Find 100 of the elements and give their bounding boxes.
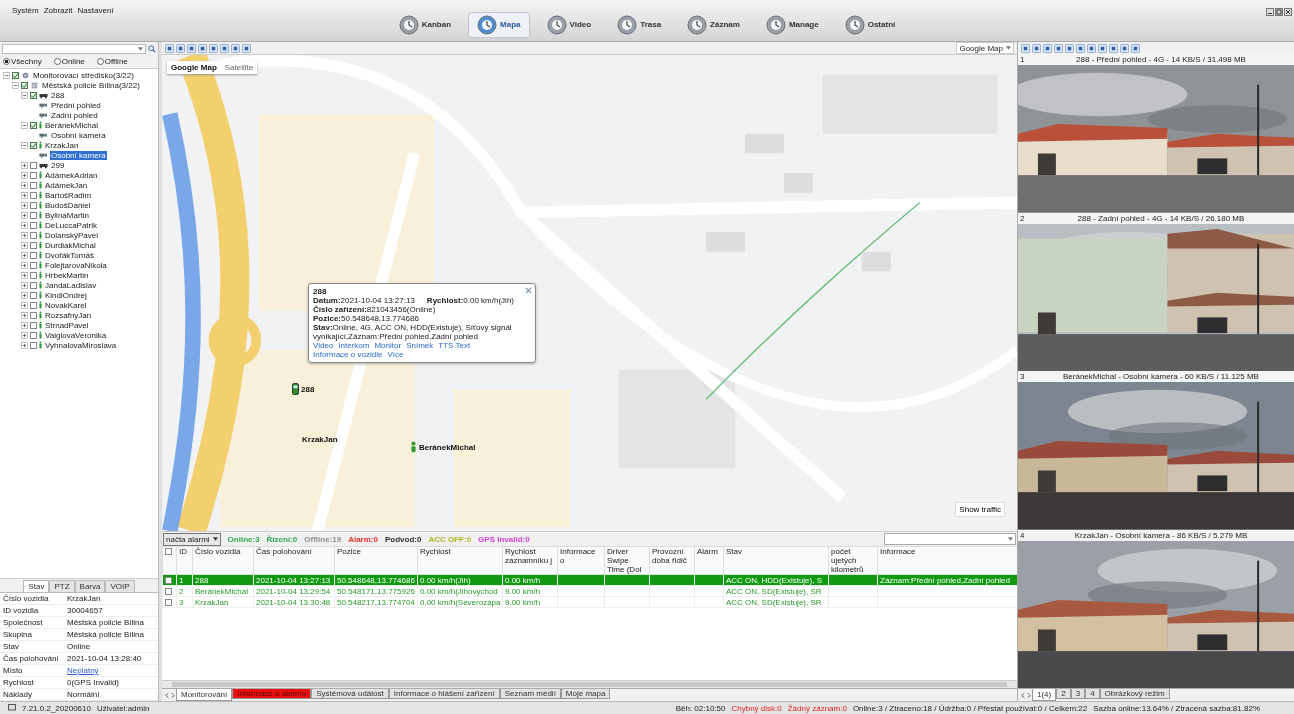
menu-item[interactable]: Nastavení <box>77 6 114 15</box>
tree-item[interactable]: KrzakJan <box>44 140 80 150</box>
tree-checkbox[interactable] <box>30 231 37 239</box>
tree-item[interactable]: Zadní pohled <box>50 110 99 120</box>
tree-item[interactable]: VyhnalovaMiroslava <box>44 340 118 350</box>
tree-item[interactable]: FolejtarovaNikola <box>44 260 108 270</box>
tree-checkbox[interactable] <box>30 271 37 279</box>
filter-dropdown[interactable] <box>884 533 1016 545</box>
tab[interactable]: Systémová událost <box>311 689 389 699</box>
tree-checkbox[interactable] <box>30 121 37 129</box>
expand-icon[interactable] <box>21 211 28 219</box>
row-checkbox[interactable] <box>165 576 172 584</box>
tree-item[interactable]: 299 <box>50 160 66 170</box>
expand-icon[interactable] <box>21 331 28 339</box>
tree-checkbox[interactable] <box>30 191 37 199</box>
tab[interactable]: Informace o hlášení zařízení <box>388 689 500 699</box>
tree-checkbox[interactable] <box>30 321 37 329</box>
tree-checkbox[interactable] <box>30 171 37 179</box>
tree-item[interactable]: Přední pohled <box>50 100 102 110</box>
expand-icon[interactable] <box>21 161 28 169</box>
expand-icon[interactable] <box>21 341 28 349</box>
tab[interactable]: Obrázkový režim <box>1099 689 1170 699</box>
expand-icon[interactable] <box>21 311 28 319</box>
tree-checkbox[interactable] <box>30 301 37 309</box>
expand-icon[interactable] <box>21 291 28 299</box>
tree-checkbox[interactable] <box>30 91 37 99</box>
alarm-dropdown[interactable]: načta alarmi <box>163 532 221 546</box>
tree-item[interactable]: KindlOndrej <box>44 290 88 300</box>
expand-icon[interactable] <box>21 261 28 269</box>
tree-item[interactable]: AdámekJan <box>44 180 89 190</box>
tree-item[interactable]: Městská policie Bílina(3/22) <box>41 80 141 90</box>
search-field[interactable] <box>2 43 146 54</box>
collapse-icon[interactable] <box>21 91 28 99</box>
tree-item[interactable]: 288 <box>50 90 66 100</box>
nav-button[interactable]: Trasa <box>608 11 671 38</box>
tree-item[interactable]: BylinaMartin <box>44 210 90 220</box>
expand-icon[interactable] <box>21 171 28 179</box>
expand-icon[interactable] <box>21 251 28 259</box>
expand-icon[interactable] <box>21 221 28 229</box>
tab[interactable]: Moje mapa <box>560 689 611 699</box>
nav-button[interactable]: Ostatní <box>835 11 905 38</box>
row-checkbox[interactable] <box>165 587 172 595</box>
row-checkbox[interactable] <box>165 598 172 606</box>
nav-button[interactable]: Kanban <box>389 11 461 38</box>
tree-checkbox[interactable] <box>30 221 37 229</box>
expand-icon[interactable] <box>21 181 28 189</box>
tab-scroll-icon[interactable] <box>164 691 176 699</box>
tree-item[interactable]: BeránekMichal <box>44 120 99 130</box>
tree-item[interactable]: StrnadPavel <box>44 320 90 330</box>
tree-item[interactable]: BudošDaniel <box>44 200 92 210</box>
collapse-icon[interactable] <box>21 141 28 149</box>
expand-icon[interactable] <box>21 231 28 239</box>
tree-checkbox[interactable] <box>30 311 37 319</box>
filter-radio[interactable]: Offline <box>96 57 128 66</box>
tab[interactable]: PTZ <box>49 580 75 592</box>
nav-button[interactable]: Manage <box>756 11 828 38</box>
tab[interactable]: Monitorování <box>176 689 233 701</box>
tree-checkbox[interactable] <box>30 291 37 299</box>
property-link[interactable]: Neplatný <box>64 665 158 677</box>
nav-button[interactable]: Mapa <box>468 11 530 38</box>
collapse-icon[interactable] <box>21 121 28 129</box>
tree-checkbox[interactable] <box>30 141 37 149</box>
expand-icon[interactable] <box>21 191 28 199</box>
tree-checkbox[interactable] <box>30 251 37 259</box>
tree-checkbox[interactable] <box>30 331 37 339</box>
filter-radio[interactable]: Všechny <box>3 57 42 66</box>
restore-icon[interactable] <box>1275 8 1283 16</box>
tab[interactable]: 4 <box>1085 689 1100 699</box>
menu-item[interactable]: Zobrazit <box>43 6 73 15</box>
tree-checkbox[interactable] <box>12 71 19 79</box>
expand-icon[interactable] <box>21 271 28 279</box>
expand-icon[interactable] <box>21 321 28 329</box>
tab[interactable]: Stav <box>23 580 50 592</box>
tree-checkbox[interactable] <box>30 181 37 189</box>
tree-checkbox[interactable] <box>21 81 28 89</box>
tree-item[interactable]: DeLuccaPatrik <box>44 220 99 230</box>
nav-button[interactable]: Záznam <box>678 11 749 38</box>
close-icon[interactable] <box>1284 8 1292 16</box>
collapse-icon[interactable] <box>3 71 10 79</box>
tab[interactable]: Seznam médií <box>499 689 561 699</box>
tab[interactable]: 1(4) <box>1032 689 1057 701</box>
tab[interactable]: 3 <box>1070 689 1086 699</box>
tree-checkbox[interactable] <box>30 211 37 219</box>
tab[interactable]: 2 <box>1056 689 1071 699</box>
tree-checkbox[interactable] <box>30 261 37 269</box>
expand-icon[interactable] <box>21 241 28 249</box>
expand-icon[interactable] <box>21 201 28 209</box>
tree-item[interactable]: AdámekAdrian <box>44 170 99 180</box>
tree-item[interactable]: DolanskýPavel <box>44 230 99 240</box>
collapse-icon[interactable] <box>12 81 19 89</box>
tree-checkbox[interactable] <box>30 161 37 169</box>
tab-scroll-icon[interactable] <box>1020 691 1032 699</box>
expand-icon[interactable] <box>21 281 28 289</box>
nav-button[interactable]: Video <box>537 11 601 38</box>
table-row[interactable]: 1 288 2021-10-04 13:27:13 50.548648,13.774686 0.00 km/h(Jih) 0.00 km/h ACC ON, HDD(Existuje), S Záznam:Přední pohled,Zadní pohled <box>162 574 1017 586</box>
expand-icon[interactable] <box>21 301 28 309</box>
search-icon[interactable] <box>148 44 156 53</box>
tree-item[interactable]: NovakKarel <box>44 300 88 310</box>
tree-item[interactable]: Monitorovací středisko(3/22) <box>32 70 135 80</box>
tree-item[interactable]: Osobní kamera <box>50 150 107 160</box>
